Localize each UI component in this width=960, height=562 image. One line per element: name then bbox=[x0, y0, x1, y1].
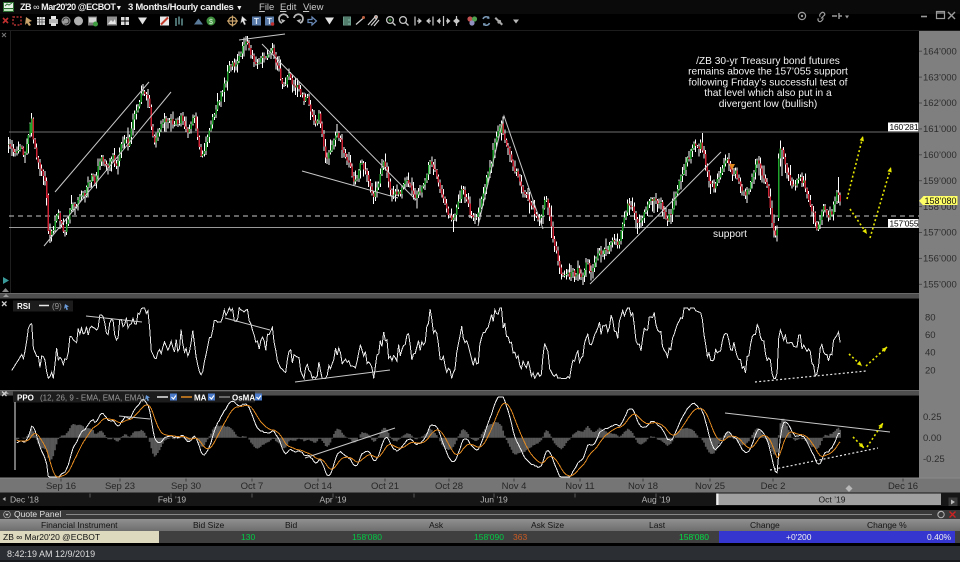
svg-text:157’055: 157’055 bbox=[890, 219, 919, 229]
svg-text:support: support bbox=[713, 229, 747, 240]
svg-text:RSI: RSI bbox=[17, 302, 30, 311]
svg-text:156’000: 156’000 bbox=[923, 254, 957, 265]
svg-text:20: 20 bbox=[925, 365, 936, 376]
svg-text:OsMA: OsMA bbox=[232, 394, 255, 403]
svg-text:164’000: 164’000 bbox=[923, 46, 957, 57]
svg-text:Apr ’19: Apr ’19 bbox=[320, 495, 347, 505]
svg-text:/ZB 30-yr Treasury bond future: /ZB 30-yr Treasury bond futures bbox=[696, 56, 840, 67]
svg-text:40: 40 bbox=[925, 348, 936, 359]
svg-text:Dec 16: Dec 16 bbox=[888, 481, 918, 492]
svg-text:Oct 21: Oct 21 bbox=[371, 481, 399, 492]
svg-text:0.25: 0.25 bbox=[923, 412, 942, 423]
svg-text:Sep 30: Sep 30 bbox=[171, 481, 201, 492]
svg-text:60: 60 bbox=[925, 330, 936, 341]
svg-text:157’000: 157’000 bbox=[923, 228, 957, 239]
svg-text:160’281: 160’281 bbox=[890, 122, 919, 132]
svg-text:158’080: 158’080 bbox=[925, 196, 957, 206]
svg-text:following Friday’s successful: following Friday’s successful test of bbox=[689, 77, 848, 88]
svg-text:-0.25: -0.25 bbox=[923, 454, 945, 465]
svg-text:161’000: 161’000 bbox=[923, 124, 957, 135]
svg-text:162’000: 162’000 bbox=[923, 98, 957, 109]
svg-text:(9): (9) bbox=[52, 302, 62, 311]
svg-text:remains above the 157’055 supp: remains above the 157’055 support bbox=[688, 67, 848, 78]
svg-text:159’000: 159’000 bbox=[923, 176, 957, 187]
svg-text:80: 80 bbox=[925, 313, 936, 324]
svg-text:160’000: 160’000 bbox=[923, 150, 957, 161]
svg-text:Sep 23: Sep 23 bbox=[105, 481, 135, 492]
svg-text:MA: MA bbox=[194, 394, 207, 403]
svg-text:155’000: 155’000 bbox=[923, 280, 957, 291]
svg-text:Oct 14: Oct 14 bbox=[304, 481, 332, 492]
svg-text:divergent low (bullish): divergent low (bullish) bbox=[719, 99, 818, 110]
svg-text:Feb ’19: Feb ’19 bbox=[158, 495, 187, 505]
svg-text:Sep 16: Sep 16 bbox=[46, 481, 76, 492]
svg-text:T: T bbox=[254, 17, 259, 26]
svg-text:$: $ bbox=[209, 19, 213, 26]
svg-text:Oct ’19: Oct ’19 bbox=[819, 495, 846, 505]
svg-text:0.00: 0.00 bbox=[923, 433, 942, 444]
svg-text:that level which also put in a: that level which also put in a bbox=[704, 88, 832, 99]
svg-text:Jun ’19: Jun ’19 bbox=[480, 495, 508, 505]
svg-text:Oct 28: Oct 28 bbox=[435, 481, 463, 492]
svg-text:Nov 25: Nov 25 bbox=[695, 481, 725, 492]
svg-text:Nov 4: Nov 4 bbox=[502, 481, 527, 492]
svg-text:Dec 2: Dec 2 bbox=[761, 481, 786, 492]
svg-text:PPO: PPO bbox=[17, 394, 34, 403]
svg-text:Oct 7: Oct 7 bbox=[241, 481, 264, 492]
svg-text:Dec ’18: Dec ’18 bbox=[10, 495, 39, 505]
svg-text:(12, 26, 9 - EMA, EMA, EMA): (12, 26, 9 - EMA, EMA, EMA) bbox=[40, 394, 145, 403]
svg-text:163’000: 163’000 bbox=[923, 72, 957, 83]
svg-text:Nov 18: Nov 18 bbox=[628, 481, 658, 492]
svg-text:Nov 11: Nov 11 bbox=[565, 481, 594, 492]
svg-text:Aug ’19: Aug ’19 bbox=[642, 495, 671, 505]
